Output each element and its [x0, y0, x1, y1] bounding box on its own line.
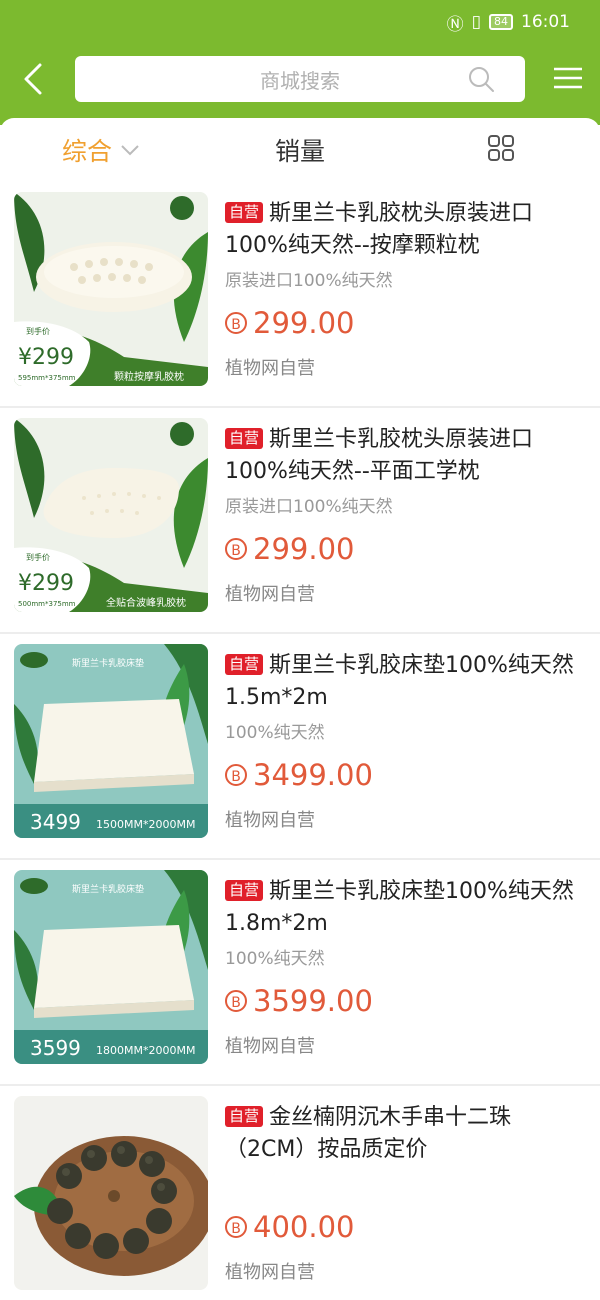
currency-icon: B [225, 312, 247, 334]
hamburger-menu-icon [554, 67, 582, 89]
product-title: 自营 斯里兰卡乳胶床垫100%纯天然1.5m*2m [225, 650, 585, 714]
thumb-size: 595mm*375mm [18, 374, 76, 382]
product-title-text: 斯里兰卡乳胶枕头原装进口100%纯天然--平面工学枕 [225, 427, 534, 484]
mattress-image: 斯里兰卡乳胶床垫 3599 1800MM*2000MM [14, 870, 208, 1064]
thumb-price-tag: 3599 [30, 1036, 81, 1060]
currency-icon: B [225, 1216, 247, 1238]
thumb-size: 1500MM*2000MM [96, 818, 195, 831]
product-item[interactable]: 斯里兰卡乳胶床垫 3499 1500MM*2000MM 自营 斯里兰卡乳胶床垫10… [0, 634, 600, 860]
thumb-caption: 斯里兰卡乳胶床垫 [72, 657, 144, 669]
product-item[interactable]: 自营 金丝楠阴沉木手串十二珠（2CM）按品质定价 B 400.00 植物网自营 [0, 1086, 600, 1300]
battery-icon: 84 [489, 14, 513, 30]
back-button[interactable] [18, 61, 52, 97]
product-item[interactable]: 斯里兰卡乳胶床垫 3599 1800MM*2000MM 自营 斯里兰卡乳胶床垫10… [0, 860, 600, 1086]
header-bar: Ⓝ ▯ 84 16:01 商城搜索 [0, 0, 600, 125]
product-image[interactable] [14, 1096, 208, 1290]
product-subtitle: 原装进口100%纯天然 [225, 497, 393, 517]
product-price: 3599.00 [253, 984, 373, 1018]
product-image[interactable]: 到手价 ¥299 595mm*375mm 颗粒按摩乳胶枕 [14, 192, 208, 386]
self-operated-badge: 自营 [225, 880, 264, 901]
chevron-down-icon [121, 145, 139, 156]
product-title: 自营 斯里兰卡乳胶枕头原装进口100%纯天然--按摩颗粒枕 [225, 198, 585, 262]
self-operated-badge: 自营 [225, 428, 264, 449]
currency-icon: B [225, 764, 247, 786]
status-bar: Ⓝ ▯ 84 16:01 [447, 8, 570, 36]
pillow-image: 到手价 ¥299 595mm*375mm 颗粒按摩乳胶枕 [14, 192, 208, 386]
search-input[interactable]: 商城搜索 [75, 56, 525, 102]
seller-name: 植物网自营 [225, 1262, 315, 1283]
product-title: 自营 斯里兰卡乳胶枕头原装进口100%纯天然--平面工学枕 [225, 424, 585, 488]
price-row: B 400.00 [225, 1210, 585, 1244]
battery-level: 84 [494, 15, 508, 28]
product-item[interactable]: 到手价 ¥299 595mm*375mm 颗粒按摩乳胶枕 自营 斯里兰卡乳胶枕头原… [0, 182, 600, 408]
thumb-price-label: 到手价 [26, 552, 50, 562]
menu-button[interactable] [552, 63, 584, 93]
sort-composite-tab[interactable]: 综合 [62, 132, 140, 168]
seller-name: 植物网自营 [225, 584, 315, 605]
search-placeholder: 商城搜索 [260, 68, 340, 93]
product-title: 自营 金丝楠阴沉木手串十二珠（2CM）按品质定价 [225, 1102, 585, 1166]
chevron-left-icon [24, 63, 42, 95]
price-row: B 3499.00 [225, 758, 585, 792]
self-operated-badge: 自营 [225, 1106, 264, 1127]
pillow-image: 到手价 ¥299 500mm*375mm 全贴合波峰乳胶枕 [14, 418, 208, 612]
price-row: B 299.00 [225, 306, 585, 340]
product-title: 自营 斯里兰卡乳胶床垫100%纯天然1.8m*2m [225, 876, 585, 940]
self-operated-badge: 自营 [225, 654, 264, 675]
currency-icon: B [225, 990, 247, 1012]
thumb-price-tag: 3499 [30, 810, 81, 834]
product-title-text: 斯里兰卡乳胶床垫100%纯天然1.5m*2m [225, 653, 574, 710]
self-operated-badge: 自营 [225, 202, 264, 223]
seller-name: 植物网自营 [225, 810, 315, 831]
sort-composite-label: 综合 [62, 137, 113, 166]
product-price: 299.00 [253, 306, 355, 340]
product-list: 到手价 ¥299 595mm*375mm 颗粒按摩乳胶枕 自营 斯里兰卡乳胶枕头原… [0, 182, 600, 1300]
nfc-icon: Ⓝ [446, 14, 464, 35]
seller-name: 植物网自营 [225, 1036, 315, 1057]
mattress-image: 斯里兰卡乳胶床垫 3499 1500MM*2000MM [14, 644, 208, 838]
product-title-text: 斯里兰卡乳胶枕头原装进口100%纯天然--按摩颗粒枕 [225, 201, 534, 258]
thumb-size: 1800MM*2000MM [96, 1044, 195, 1057]
product-title-text: 金丝楠阴沉木手串十二珠（2CM）按品质定价 [225, 1105, 512, 1162]
product-title-text: 斯里兰卡乳胶床垫100%纯天然1.8m*2m [225, 879, 574, 936]
thumb-caption: 全贴合波峰乳胶枕 [106, 596, 186, 609]
thumb-price-label: 到手价 [26, 326, 50, 336]
product-image[interactable]: 斯里兰卡乳胶床垫 3599 1800MM*2000MM [14, 870, 208, 1064]
bead-bracelet-image [14, 1096, 208, 1290]
sort-bar: 综合 销量 [0, 118, 600, 182]
price-row: B 3599.00 [225, 984, 585, 1018]
thumb-size: 500mm*375mm [18, 600, 76, 608]
vibrate-icon: ▯ [471, 12, 481, 32]
search-icon[interactable] [467, 65, 495, 93]
thumb-caption: 斯里兰卡乳胶床垫 [72, 883, 144, 895]
product-subtitle: 100%纯天然 [225, 723, 325, 743]
product-item[interactable]: 到手价 ¥299 500mm*375mm 全贴合波峰乳胶枕 自营 斯里兰卡乳胶枕头… [0, 408, 600, 634]
currency-icon: B [225, 538, 247, 560]
product-image[interactable]: 到手价 ¥299 500mm*375mm 全贴合波峰乳胶枕 [14, 418, 208, 612]
product-subtitle: 原装进口100%纯天然 [225, 271, 393, 291]
sort-sales-label: 销量 [275, 137, 326, 166]
thumb-price-tag: ¥299 [18, 345, 74, 370]
product-subtitle [225, 1170, 585, 1194]
product-price: 299.00 [253, 532, 355, 566]
product-image[interactable]: 斯里兰卡乳胶床垫 3499 1500MM*2000MM [14, 644, 208, 838]
content-sheet: 综合 销量 到手价 ¥299 595mm*375mm 颗粒按摩乳胶枕 自营 斯里… [0, 118, 600, 1300]
product-subtitle: 100%纯天然 [225, 949, 325, 969]
clock: 16:01 [521, 12, 570, 32]
product-price: 3499.00 [253, 758, 373, 792]
thumb-caption: 颗粒按摩乳胶枕 [114, 370, 184, 383]
seller-name: 植物网自营 [225, 358, 315, 379]
price-row: B 299.00 [225, 532, 585, 566]
product-price: 400.00 [253, 1210, 355, 1244]
grid-view-icon[interactable] [487, 134, 515, 162]
thumb-price-tag: ¥299 [18, 571, 74, 596]
sort-sales-tab[interactable]: 销量 [275, 132, 325, 168]
